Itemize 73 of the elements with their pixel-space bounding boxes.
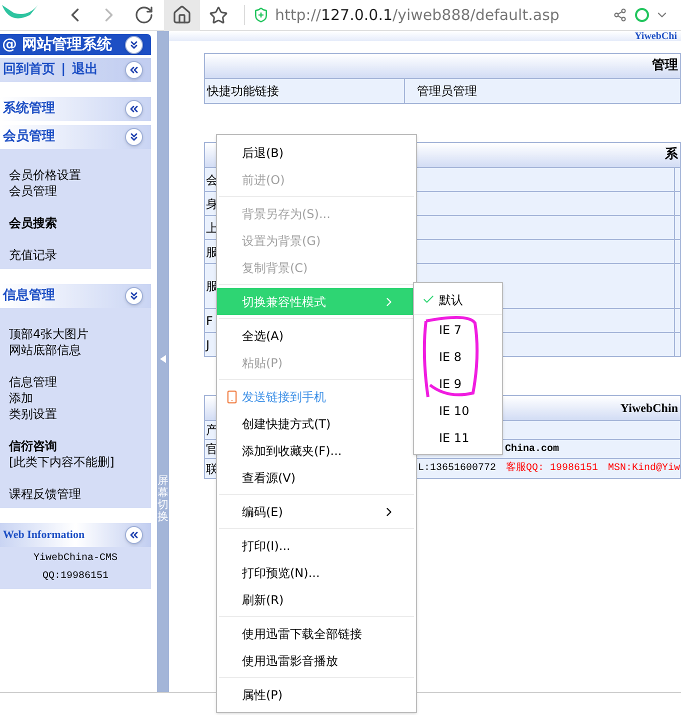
- home-icon: [172, 5, 192, 25]
- home-link[interactable]: 回到首页: [3, 60, 55, 80]
- table-cell-text: L:13651600772: [418, 462, 496, 476]
- menu-item[interactable]: 使用迅雷影音播放: [217, 647, 416, 674]
- title-text: @ 网站管理系统: [1, 34, 112, 56]
- table-cell-text: 身: [206, 196, 218, 212]
- menu-item[interactable]: 打印(I)...: [217, 532, 416, 559]
- menu-link[interactable]: 会员价格设置: [9, 167, 151, 183]
- table-cell-text: 管理员管理: [416, 83, 478, 100]
- header-text: YiwebChin: [620, 400, 678, 417]
- reload-icon[interactable]: [134, 5, 154, 25]
- menu-item[interactable]: IE 8: [439, 348, 462, 366]
- share-icon[interactable]: [613, 8, 627, 22]
- menu-link[interactable]: 会员管理: [9, 183, 151, 199]
- header-text: 系: [665, 146, 678, 164]
- menu-item[interactable]: 全选(A): [217, 322, 416, 349]
- section-header[interactable]: 系统管理: [0, 97, 151, 121]
- menu-item[interactable]: 使用迅雷下载全部链接: [217, 620, 416, 647]
- menu-link[interactable]: 添加: [9, 390, 151, 406]
- table-cell-text: 客服QQ: 19986151: [506, 461, 598, 476]
- link-divider: |: [61, 61, 66, 80]
- table-cell-text: 会: [206, 172, 218, 188]
- table-cell-text: MSN:Kind@Yiw: [608, 462, 680, 476]
- table-cell-text: J: [206, 336, 210, 354]
- menu-link[interactable]: 会员搜索: [9, 215, 151, 231]
- favorite-icon[interactable]: [209, 6, 228, 24]
- menu-item[interactable]: 属性(P): [217, 681, 416, 708]
- menu-link[interactable]: 类别设置: [9, 406, 151, 422]
- menu-item[interactable]: 默认: [439, 290, 463, 308]
- collapse-icon[interactable]: [125, 526, 143, 544]
- collapse-icon[interactable]: [125, 128, 143, 146]
- collapse-icon[interactable]: [125, 287, 143, 305]
- phone-icon: [225, 390, 239, 404]
- info-line: QQ:19986151: [42, 571, 108, 583]
- logout-link[interactable]: 退出: [72, 60, 98, 80]
- table-cell-text: F: [206, 312, 213, 330]
- secure-shield-icon: [253, 7, 269, 23]
- table-cell: 快捷功能链接: [205, 79, 405, 103]
- menu-link[interactable]: 顶部4张大图片: [9, 326, 151, 342]
- section-title: 系统管理: [2, 100, 55, 118]
- menu-item[interactable]: 打印预览(N)...: [217, 559, 416, 586]
- menu-link[interactable]: [此类下内容不能删]: [9, 454, 151, 470]
- section-header[interactable]: 会员管理: [0, 125, 151, 149]
- menu-item[interactable]: IE 7: [439, 320, 462, 338]
- info-title: Web Information: [2, 528, 85, 543]
- header-text: 管理: [652, 57, 678, 76]
- strip-text: YiwebChi: [634, 32, 678, 41]
- home-button[interactable]: [164, 0, 200, 30]
- menu-item[interactable]: IE 10: [439, 402, 470, 420]
- splitter-label: 屏幕切换: [158, 475, 168, 524]
- menu-link[interactable]: 充值记录: [9, 247, 151, 263]
- expand-icon[interactable]: [125, 100, 143, 118]
- menu-link[interactable]: 网站底部信息: [9, 342, 151, 358]
- menu-item[interactable]: IE 9: [439, 374, 462, 392]
- info-line: YiwebChina-CMS: [33, 553, 118, 565]
- collapse-arrow-icon: [160, 355, 166, 363]
- table-cell-text: China.com: [505, 442, 560, 456]
- menu-item[interactable]: 创建快捷方式(T): [217, 410, 416, 437]
- menu-item[interactable]: 刷新(R): [217, 586, 416, 613]
- section-title: 会员管理: [2, 128, 55, 146]
- menu-item[interactable]: 添加到收藏夹(F)...: [217, 437, 416, 464]
- collapse-icon[interactable]: [125, 36, 143, 54]
- address-field[interactable]: http://127.0.0.1/yiweb888/default.asp: [253, 4, 613, 26]
- menu-item[interactable]: 查看源(V): [217, 464, 416, 491]
- collapse-icon[interactable]: [125, 61, 143, 79]
- menu-link[interactable]: 信息管理: [9, 374, 151, 390]
- menu-item[interactable]: 编码(E): [217, 498, 416, 525]
- menu-link[interactable]: 信衍咨询: [9, 438, 151, 454]
- section-title: 信息管理: [2, 287, 55, 306]
- menu-link[interactable]: 课程反馈管理: [9, 486, 151, 502]
- menu-item[interactable]: IE 11: [439, 428, 470, 446]
- section-header[interactable]: 信息管理: [0, 284, 151, 308]
- menu-item[interactable]: 后退(B): [217, 139, 416, 166]
